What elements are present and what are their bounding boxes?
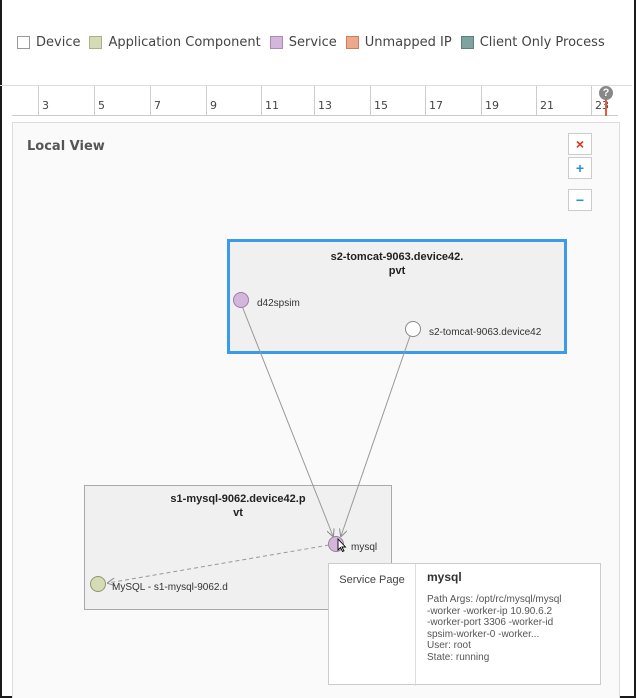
local-view-panel: Local View × + − s2-tomcat-9063.device42… bbox=[12, 122, 620, 698]
node-s2-tomcat-label: s2-tomcat-9063.device42 bbox=[429, 327, 542, 338]
timeline-tick: 9 bbox=[206, 86, 217, 116]
tooltip-line: spsim-worker-0 -worker... bbox=[427, 628, 540, 640]
node-d42spsim-label: d42spsim bbox=[257, 298, 300, 309]
service-swatch-icon bbox=[269, 36, 283, 49]
timeline-tick: 15 bbox=[370, 86, 388, 116]
app-component-swatch-icon bbox=[89, 36, 103, 49]
edge-mysql-to-app bbox=[108, 544, 330, 583]
legend-bar: Device Application Component Service Unm… bbox=[0, 0, 632, 86]
legend-row: Device Application Component Service Unm… bbox=[17, 35, 614, 50]
legend-unmapped-ip[interactable]: Unmapped IP bbox=[345, 35, 452, 50]
tooltip-body: mysql Path Args: /opt/rc/mysql/mysql -wo… bbox=[427, 570, 597, 663]
mouse-cursor-icon bbox=[337, 538, 347, 552]
device-swatch-icon bbox=[17, 36, 30, 49]
legend-app-component[interactable]: Application Component bbox=[89, 35, 261, 50]
timeline-tick: 3 bbox=[38, 86, 49, 116]
legend-client-process[interactable]: Client Only Process bbox=[460, 35, 605, 50]
legend-device-label: Device bbox=[36, 35, 81, 50]
legend-service-label: Service bbox=[288, 35, 337, 50]
help-icon[interactable]: ? bbox=[599, 86, 613, 100]
node-mysql-app[interactable] bbox=[90, 576, 106, 592]
legend-service[interactable]: Service bbox=[269, 35, 337, 50]
timeline-tick: 5 bbox=[94, 86, 105, 116]
timeline-tick: 23 bbox=[591, 86, 609, 116]
node-mysql-service-label: mysql bbox=[351, 542, 378, 553]
unmapped-ip-swatch-icon bbox=[345, 36, 359, 49]
timeline-tick: 21 bbox=[536, 86, 554, 116]
timeline-tick: 13 bbox=[314, 86, 332, 116]
legend-client-process-label: Client Only Process bbox=[479, 35, 605, 50]
timeline-tick: 7 bbox=[150, 86, 161, 116]
timeline-bar[interactable]: 3 5 7 9 11 13 15 17 19 21 23 bbox=[12, 86, 618, 116]
node-s2-tomcat[interactable] bbox=[405, 321, 421, 337]
tooltip-title: mysql bbox=[427, 570, 462, 584]
edge-d42spsim-to-mysql bbox=[241, 305, 333, 536]
timeline-tick: 11 bbox=[261, 86, 279, 116]
tooltip-line: Path Args: /opt/rc/mysql/mysql bbox=[427, 594, 562, 605]
edge-tomcat-to-mysql bbox=[341, 335, 411, 536]
tooltip-line: -worker-port 3306 -worker-id bbox=[427, 617, 554, 628]
client-process-swatch-icon bbox=[460, 36, 474, 49]
node-d42spsim[interactable] bbox=[233, 292, 249, 308]
node-tooltip: Service Page mysql Path Args: /opt/rc/my… bbox=[328, 563, 601, 686]
service-page-link[interactable]: Service Page bbox=[329, 564, 416, 686]
tooltip-line: User: root bbox=[427, 640, 471, 651]
legend-device[interactable]: Device bbox=[17, 35, 80, 50]
node-mysql-app-label: MySQL - s1-mysql-9062.d bbox=[112, 582, 228, 593]
legend-app-component-label: Application Component bbox=[108, 35, 261, 50]
timeline-tick: 19 bbox=[481, 86, 499, 116]
tooltip-line: State: running bbox=[427, 651, 490, 663]
legend-unmapped-ip-label: Unmapped IP bbox=[364, 35, 452, 50]
timeline-tick: 17 bbox=[425, 86, 443, 116]
tooltip-line: -worker -worker-ip 10.90.6.2 bbox=[427, 605, 553, 617]
